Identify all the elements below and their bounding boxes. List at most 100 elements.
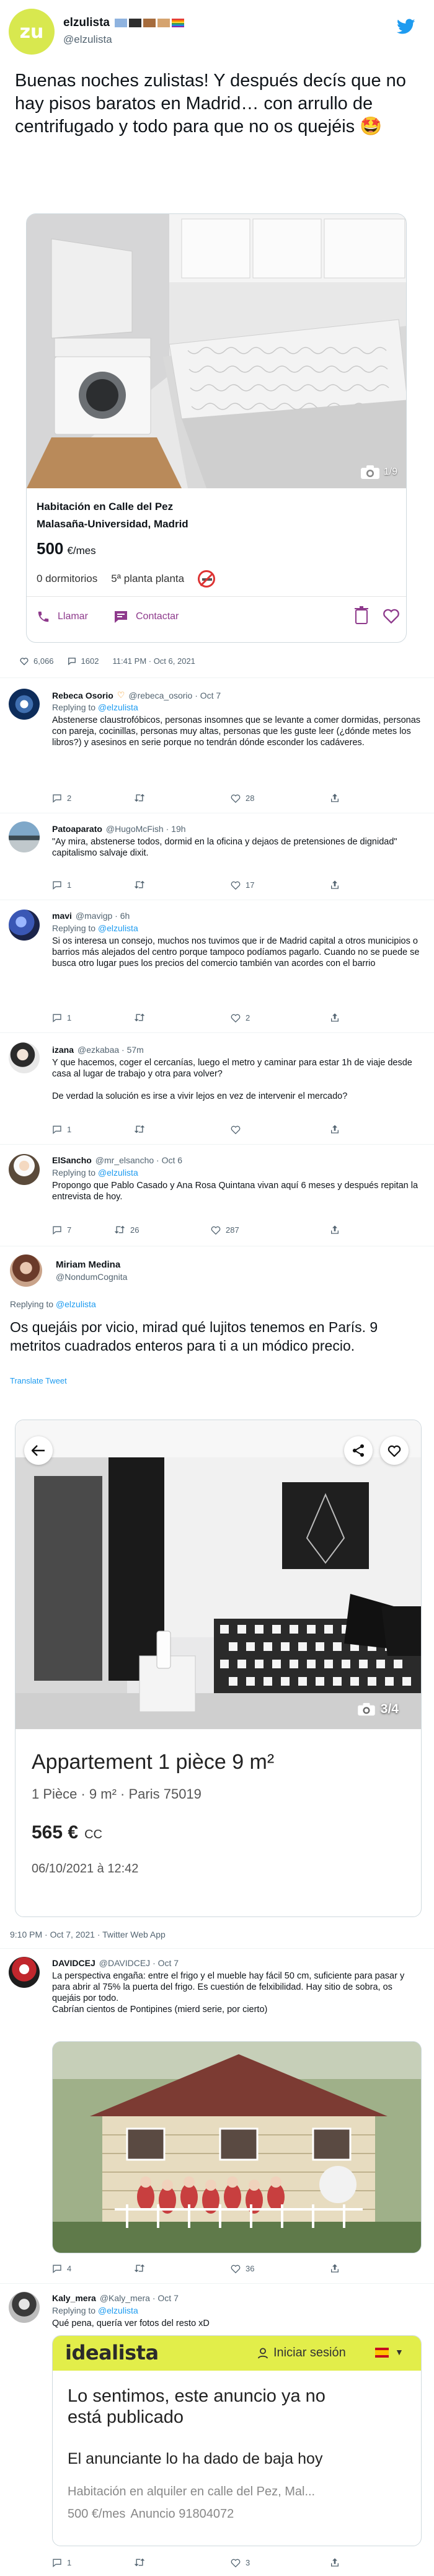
like-button[interactable]: 2 (231, 1013, 330, 1022)
handle[interactable]: @elzulista (63, 34, 112, 46)
spain-flag-icon[interactable] (375, 2348, 389, 2358)
reply-actions: 4 36 (52, 2263, 399, 2273)
reply-button[interactable]: 1 (52, 1013, 134, 1022)
tweet-meta[interactable]: 9:10 PM · Oct 7, 2021 · Twitter Web App (10, 1930, 166, 1939)
like-button[interactable]: 287 (211, 1225, 330, 1235)
retweet-button[interactable] (134, 2264, 231, 2273)
mention-link[interactable]: @elzulista (98, 702, 138, 712)
contact-label: Contactar (136, 611, 179, 622)
doll-house-photo[interactable] (52, 2041, 422, 2253)
share-button[interactable] (330, 1225, 340, 1235)
handle-meta[interactable]: @mr_elsancho · Oct 6 (95, 1155, 182, 1165)
display-name[interactable]: Kaly_mera (52, 2293, 96, 2303)
reply-button[interactable]: 2 (52, 794, 134, 803)
listing-card[interactable]: 1/9 Habitación en Calle del Pez Malasaña… (26, 213, 407, 643)
avatar[interactable] (9, 2292, 40, 2323)
reply-button[interactable]: 7 (52, 1225, 114, 1235)
replies-stat[interactable]: 1602 (68, 656, 99, 666)
retweet-button[interactable] (134, 2558, 231, 2567)
handle-meta[interactable]: @Kaly_mera · Oct 7 (100, 2293, 179, 2303)
avatar[interactable] (9, 689, 40, 720)
listing-photo[interactable]: 1/9 (27, 214, 406, 488)
likes-stat[interactable]: 6,066 (20, 656, 54, 666)
retweet-button[interactable] (134, 794, 231, 802)
display-name[interactable]: mavi (52, 911, 72, 921)
avatar[interactable]: zu (9, 9, 55, 55)
twitter-bird-icon[interactable] (397, 19, 415, 35)
share-button[interactable] (330, 880, 340, 890)
reply-text: Y que hacemos, coger el cercanías, luego… (52, 1058, 412, 1079)
idealista-screenshot[interactable]: idealista Iniciar sesión ▼ Lo sentimos, … (52, 2335, 422, 2546)
share-button[interactable] (330, 793, 340, 803)
like-button[interactable]: 3 (231, 2558, 330, 2567)
retweet-button[interactable]: 26 (114, 1225, 211, 1235)
like-button[interactable]: 36 (231, 2264, 330, 2273)
heart-icon (231, 1014, 241, 1022)
no-smoking-icon (198, 570, 216, 588)
listing-title-link[interactable]: Habitación en alquiler en calle del Pez,… (68, 2485, 315, 2499)
contact-button[interactable]: Contactar (113, 610, 179, 624)
mention-link[interactable]: @elzulista (98, 1168, 138, 1178)
mention-link[interactable]: @elzulista (98, 923, 138, 933)
camera-icon (360, 465, 379, 479)
retweet-button[interactable] (134, 1013, 231, 1022)
reply-button[interactable]: 4 (52, 2264, 134, 2273)
handle-meta[interactable]: @HugoMcFish · 19h (106, 824, 186, 834)
retweet-button[interactable] (134, 880, 231, 889)
avatar[interactable] (9, 821, 40, 852)
listing-details: 1 Pièce · 9 m² · Paris 75019 (32, 1786, 202, 1802)
mention-link[interactable]: @elzulista (98, 2305, 138, 2315)
handle-meta[interactable]: @mavigp · 6h (76, 911, 130, 921)
listing-title[interactable]: Habitación en Calle del Pez (37, 501, 173, 513)
handle-meta[interactable]: @rebeca_osorio · Oct 7 (128, 691, 221, 700)
replying-to: Replying to @elzulista (52, 923, 138, 933)
price-value: 500 (37, 539, 64, 558)
display-name[interactable]: DAVIDCEJ (52, 1958, 95, 1968)
tweet-text: Buenas noches zulistas! Y después decís … (15, 71, 406, 136)
display-name[interactable]: Miriam Medina (56, 1259, 120, 1270)
idealista-logo[interactable]: idealista (65, 2341, 159, 2364)
reply-text: Qué pena, quería ver fotos del resto xD (52, 2319, 210, 2328)
reply-button[interactable]: 1 (52, 1125, 134, 1134)
handle-meta[interactable]: @DAVIDCEJ · Oct 7 (99, 1958, 179, 1968)
like-button[interactable] (231, 1125, 330, 1134)
share-button[interactable] (330, 1124, 340, 1134)
heart-icon (211, 1226, 221, 1235)
timestamp[interactable]: 11:41 PM · Oct 6, 2021 (112, 656, 195, 666)
display-name[interactable]: Patoaparato (52, 824, 102, 834)
listing-title[interactable]: Appartement 1 pièce 9 m² (32, 1750, 274, 1774)
share-button[interactable] (330, 2263, 340, 2273)
mention-link[interactable]: @elzulista (56, 1299, 96, 1309)
back-arrow-button[interactable] (24, 1436, 53, 1465)
display-name[interactable]: izana (52, 1045, 74, 1055)
avatar[interactable] (9, 1154, 40, 1185)
avatar[interactable] (10, 1254, 42, 1287)
like-button[interactable]: 17 (231, 880, 330, 890)
favorite-heart-icon[interactable] (383, 607, 400, 624)
share-icon (331, 2558, 339, 2567)
display-name[interactable]: ElSancho (52, 1155, 92, 1165)
trash-icon[interactable] (354, 606, 369, 625)
avatar[interactable] (9, 910, 40, 941)
like-button[interactable]: 28 (231, 794, 330, 803)
listing-photo[interactable]: 3/4 (16, 1420, 421, 1729)
display-name[interactable]: elzulista (63, 16, 110, 30)
chevron-down-icon[interactable]: ▼ (395, 2347, 404, 2357)
share-button[interactable] (330, 1013, 340, 1022)
translate-link[interactable]: Translate Tweet (10, 1376, 67, 1385)
avatar[interactable] (9, 1042, 40, 1073)
display-name[interactable]: Rebeca Osorio (52, 691, 113, 700)
price-value: 565 € (32, 1822, 79, 1843)
reply-button[interactable]: 1 (52, 2558, 134, 2567)
avatar[interactable] (9, 1957, 40, 1988)
save-heart-button[interactable] (380, 1436, 409, 1465)
share-photo-button[interactable] (344, 1436, 373, 1465)
paris-listing-card[interactable]: 3/4 Appartement 1 pièce 9 m² 1 Pièce · 9… (15, 1420, 422, 1917)
retweet-button[interactable] (134, 1125, 231, 1134)
handle[interactable]: @NondumCognita (56, 1272, 127, 1282)
handle-meta[interactable]: @ezkabaa · 57m (78, 1045, 144, 1055)
login-link[interactable]: Iniciar sesión (257, 2346, 346, 2360)
call-button[interactable]: Llamar (37, 610, 88, 624)
reply-button[interactable]: 1 (52, 880, 134, 890)
share-button[interactable] (330, 2557, 340, 2567)
